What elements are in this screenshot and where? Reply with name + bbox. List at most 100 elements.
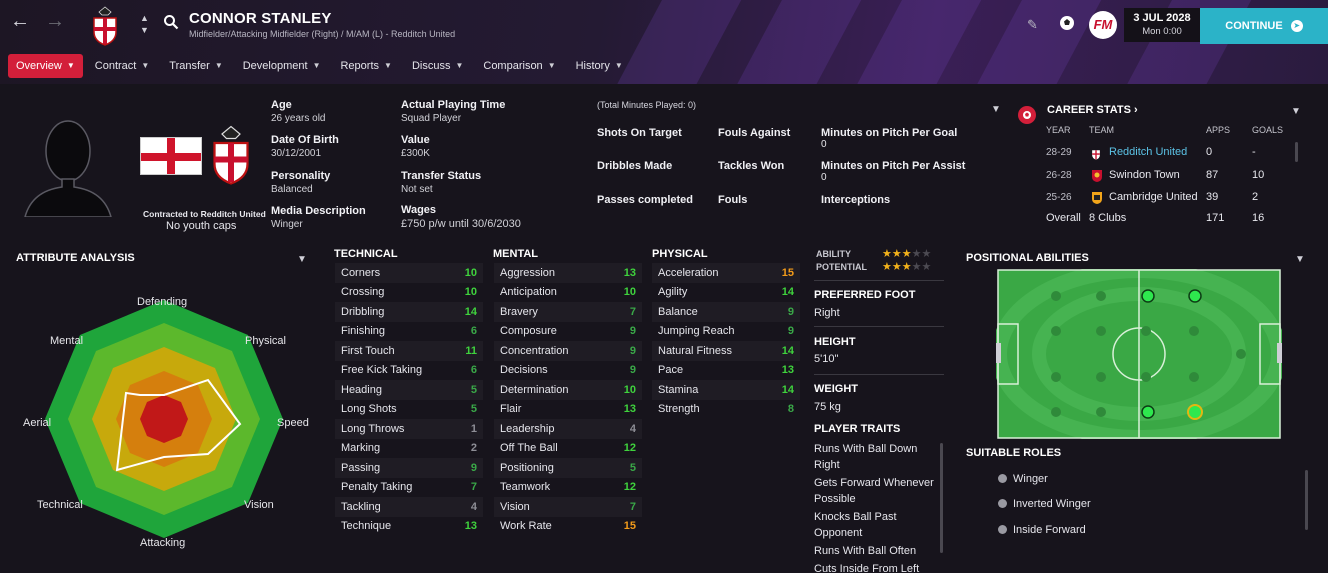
attribute-value: 6 <box>470 364 477 377</box>
tab-contract[interactable]: Contract ▼ <box>87 54 158 78</box>
attribute-row-leadership[interactable]: Leadership 4 <box>494 419 642 439</box>
club-crest-icon[interactable] <box>91 6 119 46</box>
attribute-row-balance[interactable]: Balance 9 <box>652 302 800 322</box>
chevron-down-icon: ▼ <box>66 61 75 70</box>
attribute-row-strength[interactable]: Strength 8 <box>652 400 800 420</box>
career-team-link[interactable]: Swindon Town <box>1109 169 1180 181</box>
date-display[interactable]: 3 JUL 2028 Mon 0:00 <box>1124 8 1200 42</box>
attribute-row-determination[interactable]: Determination 10 <box>494 380 642 400</box>
attribute-row-long-shots[interactable]: Long Shots 5 <box>335 400 483 420</box>
attribute-row-bravery[interactable]: Bravery 7 <box>494 302 642 322</box>
attribute-row-finishing[interactable]: Finishing 6 <box>335 322 483 342</box>
attribute-name: Long Throws <box>341 422 405 435</box>
chevron-down-icon[interactable]: ▼ <box>1291 106 1301 117</box>
trait-item[interactable]: Runs With Ball Often <box>814 543 934 559</box>
attribute-row-pace[interactable]: Pace 13 <box>652 361 800 381</box>
attribute-name: Determination <box>500 383 569 396</box>
back-arrow-icon[interactable]: ← <box>10 10 30 33</box>
attribute-value: 15 <box>781 266 794 279</box>
player-updown-icon[interactable]: ▲ ▼ <box>140 12 149 36</box>
attribute-row-natural-fitness[interactable]: Natural Fitness 14 <box>652 341 800 361</box>
career-team-link[interactable]: Redditch United <box>1109 146 1187 158</box>
attribute-value: 7 <box>629 305 636 318</box>
radar-label-speed: Speed <box>277 417 309 429</box>
attribute-name: Heading <box>341 383 382 396</box>
attribute-row-jumping-reach[interactable]: Jumping Reach 9 <box>652 322 800 342</box>
roles-scrollbar[interactable] <box>1305 470 1308 530</box>
attribute-row-flair[interactable]: Flair 13 <box>494 400 642 420</box>
playing-time-block[interactable]: Actual Playing Time Squad Player <box>401 99 505 124</box>
attribute-row-tackling[interactable]: Tackling 4 <box>335 497 483 517</box>
attribute-name: Anticipation <box>500 286 557 299</box>
radar-label-aerial: Aerial <box>23 417 52 429</box>
attribute-row-passing[interactable]: Passing 9 <box>335 458 483 478</box>
attribute-row-concentration[interactable]: Concentration 9 <box>494 341 642 361</box>
attribute-value: 15 <box>623 520 636 533</box>
tab-discuss[interactable]: Discuss ▼ <box>404 54 471 78</box>
career-apps: 0 <box>1206 146 1213 158</box>
club-crest-icon[interactable] <box>210 124 252 186</box>
attribute-row-composure[interactable]: Composure 9 <box>494 322 642 342</box>
tab-reports[interactable]: Reports ▼ <box>332 54 399 78</box>
chevron-down-icon[interactable]: ▼ <box>991 104 1001 115</box>
forward-arrow-icon[interactable]: → <box>45 10 65 33</box>
attribute-row-penalty-taking[interactable]: Penalty Taking 7 <box>335 478 483 498</box>
trait-item[interactable]: Gets Forward Whenever Possible <box>814 475 934 507</box>
career-team-link[interactable]: Cambridge United <box>1109 191 1198 203</box>
continue-button[interactable]: CONTINUE ➤ <box>1200 8 1328 44</box>
attribute-row-dribbling[interactable]: Dribbling 14 <box>335 302 483 322</box>
attribute-name: Crossing <box>341 286 385 299</box>
attribute-name: Teamwork <box>500 481 551 494</box>
attribute-row-first-touch[interactable]: First Touch 11 <box>335 341 483 361</box>
trait-item[interactable]: Knocks Ball Past Opponent <box>814 509 934 541</box>
attribute-row-heading[interactable]: Heading 5 <box>335 380 483 400</box>
trait-item[interactable]: Cuts Inside From Left <box>814 561 934 573</box>
role-item[interactable]: Winger <box>998 473 1048 485</box>
traits-scrollbar[interactable] <box>940 443 943 553</box>
attribute-row-aggression[interactable]: Aggression 13 <box>494 263 642 283</box>
player-header: ← → ▲ ▼ CONNOR STANLEY Midfielder/Attacki… <box>0 0 1328 84</box>
attribute-row-crossing[interactable]: Crossing 10 <box>335 283 483 303</box>
england-flag-icon[interactable] <box>140 137 202 175</box>
career-col-year: YEAR <box>1046 125 1071 135</box>
attribute-row-technique[interactable]: Technique 13 <box>335 517 483 537</box>
role-item[interactable]: Inside Forward <box>998 524 1086 536</box>
career-stats-title[interactable]: CAREER STATS › <box>1047 104 1138 116</box>
search-icon[interactable] <box>163 14 179 30</box>
attribute-row-corners[interactable]: Corners 10 <box>335 263 483 283</box>
attribute-row-marking[interactable]: Marking 2 <box>335 439 483 459</box>
attribute-row-agility[interactable]: Agility 14 <box>652 283 800 303</box>
radar-label-mental: Mental <box>50 335 84 347</box>
attribute-row-teamwork[interactable]: Teamwork 12 <box>494 478 642 498</box>
career-scrollbar[interactable] <box>1295 142 1298 162</box>
attribute-name: Dribbling <box>341 305 385 318</box>
chevron-down-icon[interactable]: ▼ <box>1295 254 1305 265</box>
tab-comparison[interactable]: Comparison ▼ <box>475 54 563 78</box>
chevron-down-icon[interactable]: ▼ <box>297 254 307 265</box>
transfer-status-block[interactable]: Transfer Status Not set <box>401 170 481 195</box>
attribute-row-free-kick-taking[interactable]: Free Kick Taking 6 <box>335 361 483 381</box>
football-icon[interactable] <box>1059 15 1075 31</box>
attribute-row-work-rate[interactable]: Work Rate 15 <box>494 517 642 537</box>
attribute-row-off-the-ball[interactable]: Off The Ball 12 <box>494 439 642 459</box>
attribute-value: 7 <box>629 500 636 513</box>
attribute-row-decisions[interactable]: Decisions 9 <box>494 361 642 381</box>
attribute-row-stamina[interactable]: Stamina 14 <box>652 380 800 400</box>
star-icon: ★ <box>901 261 912 273</box>
trait-item[interactable]: Runs With Ball Down Right <box>814 441 934 473</box>
attribute-row-long-throws[interactable]: Long Throws 1 <box>335 419 483 439</box>
attribute-row-anticipation[interactable]: Anticipation 10 <box>494 283 642 303</box>
tab-overview[interactable]: Overview ▼ <box>8 54 83 78</box>
attribute-row-acceleration[interactable]: Acceleration 15 <box>652 263 800 283</box>
tab-development[interactable]: Development ▼ <box>235 54 329 78</box>
personality-block: Personality Balanced <box>271 170 331 195</box>
current-time: Mon 0:00 <box>1142 26 1182 37</box>
role-item[interactable]: Inverted Winger <box>998 498 1091 510</box>
edit-pencil-icon[interactable]: ✎ <box>1027 17 1038 33</box>
attribute-name: Acceleration <box>658 266 719 279</box>
fm-logo-icon[interactable]: FM <box>1089 11 1117 39</box>
tab-history[interactable]: History ▼ <box>568 54 631 78</box>
attribute-row-positioning[interactable]: Positioning 5 <box>494 458 642 478</box>
attribute-row-vision[interactable]: Vision 7 <box>494 497 642 517</box>
tab-transfer[interactable]: Transfer ▼ <box>161 54 230 78</box>
